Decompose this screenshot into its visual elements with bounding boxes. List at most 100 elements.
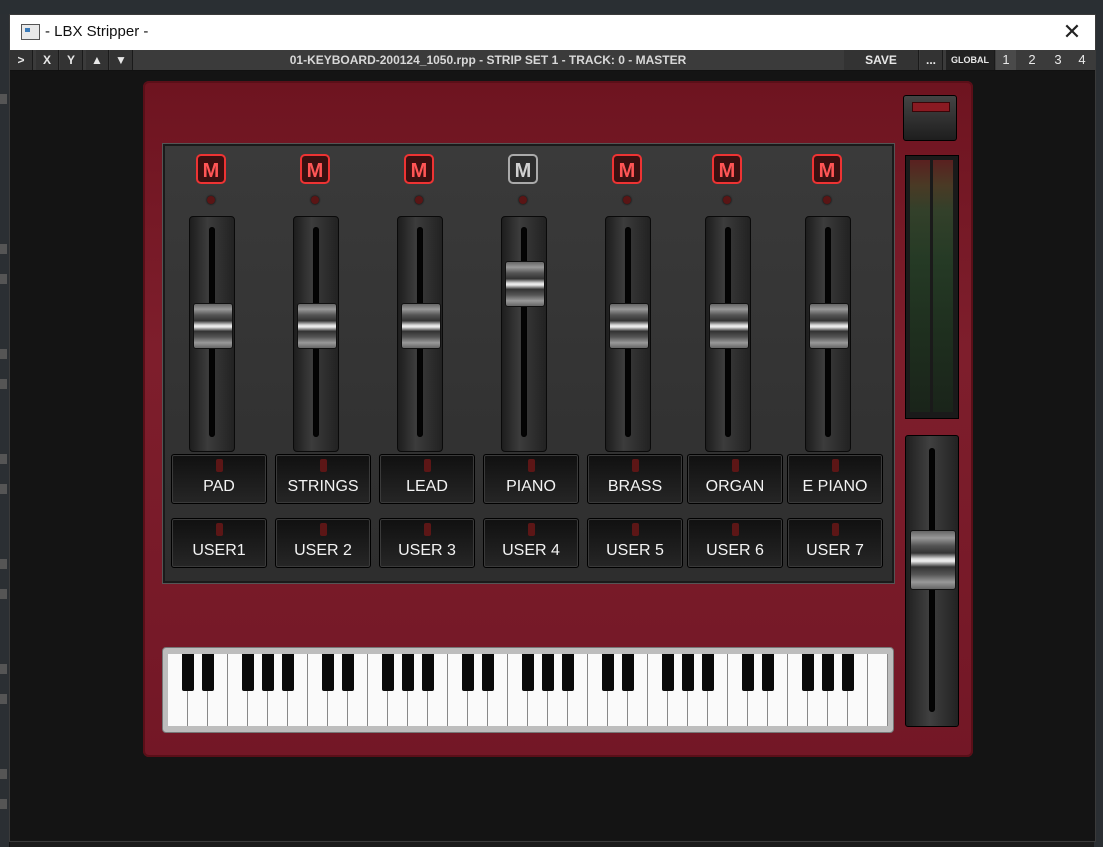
user-preset-button[interactable]: USER 5 xyxy=(587,518,683,568)
black-key[interactable] xyxy=(202,654,214,691)
fader-knob[interactable] xyxy=(297,303,337,349)
black-key[interactable] xyxy=(242,654,254,691)
black-key[interactable] xyxy=(842,654,854,691)
black-key[interactable] xyxy=(802,654,814,691)
mute-button[interactable]: M xyxy=(812,154,842,184)
fader-knob[interactable] xyxy=(609,303,649,349)
black-key[interactable] xyxy=(422,654,434,691)
button-label: E PIANO xyxy=(802,478,868,495)
fader-knob[interactable] xyxy=(193,303,233,349)
channel-fader[interactable] xyxy=(189,216,235,452)
black-key[interactable] xyxy=(342,654,354,691)
page-tab-1[interactable]: 1 xyxy=(996,50,1016,70)
black-key[interactable] xyxy=(522,654,534,691)
track-marker xyxy=(0,454,7,464)
page-tab-2[interactable]: 2 xyxy=(1022,50,1042,70)
mute-button[interactable]: M xyxy=(196,154,226,184)
black-key[interactable] xyxy=(742,654,754,691)
black-key[interactable] xyxy=(542,654,554,691)
user-preset-button[interactable]: USER 4 xyxy=(483,518,579,568)
fader-knob[interactable] xyxy=(505,261,545,307)
page-tab-3[interactable]: 3 xyxy=(1048,50,1068,70)
preset-button[interactable]: LEAD xyxy=(379,454,475,504)
y-button[interactable]: Y xyxy=(60,50,83,70)
x-button[interactable]: X xyxy=(36,50,59,70)
channel-fader[interactable] xyxy=(705,216,751,452)
preset-button[interactable]: E PIANO xyxy=(787,454,883,504)
channel-fader[interactable] xyxy=(605,216,651,452)
level-meter-right xyxy=(933,160,953,412)
page-tab-4[interactable]: 4 xyxy=(1072,50,1092,70)
preset-button[interactable]: PAD xyxy=(171,454,267,504)
track-marker xyxy=(0,559,7,569)
master-fader-knob[interactable] xyxy=(910,530,956,590)
preset-button[interactable]: PIANO xyxy=(483,454,579,504)
master-clip-indicator[interactable] xyxy=(903,95,957,141)
fader-knob[interactable] xyxy=(401,303,441,349)
black-key[interactable] xyxy=(822,654,834,691)
button-led xyxy=(216,459,223,472)
black-key[interactable] xyxy=(382,654,394,691)
channel-fader[interactable] xyxy=(501,216,547,452)
button-led xyxy=(832,459,839,472)
button-led xyxy=(832,523,839,536)
master-fader[interactable] xyxy=(905,435,959,727)
mute-button[interactable]: M xyxy=(612,154,642,184)
button-label: USER 6 xyxy=(706,542,764,559)
black-key[interactable] xyxy=(322,654,334,691)
black-key[interactable] xyxy=(402,654,414,691)
black-key[interactable] xyxy=(562,654,574,691)
black-key[interactable] xyxy=(182,654,194,691)
save-button[interactable]: SAVE xyxy=(844,50,919,70)
channel-strip: M E PIANO USER 7 xyxy=(781,146,883,581)
black-key[interactable] xyxy=(762,654,774,691)
channel-fader[interactable] xyxy=(805,216,851,452)
mute-button[interactable]: M xyxy=(300,154,330,184)
channel-strip: M PIANO USER 4 xyxy=(477,146,579,581)
fader-knob[interactable] xyxy=(809,303,849,349)
black-key[interactable] xyxy=(702,654,714,691)
user-preset-button[interactable]: USER 7 xyxy=(787,518,883,568)
preset-button[interactable]: ORGAN xyxy=(687,454,783,504)
move-down-button[interactable]: ▼ xyxy=(110,50,133,70)
black-key[interactable] xyxy=(602,654,614,691)
strip-info-title: 01-KEYBOARD-200124_1050.rpp - STRIP SET … xyxy=(289,53,687,67)
more-button[interactable]: ... xyxy=(920,50,943,70)
channel-led xyxy=(623,196,631,204)
mute-button[interactable]: M xyxy=(404,154,434,184)
global-button[interactable]: GLOBAL xyxy=(946,50,995,70)
channel-strip: M BRASS USER 5 xyxy=(581,146,683,581)
channel-fader[interactable] xyxy=(397,216,443,452)
channel-fader[interactable] xyxy=(293,216,339,452)
track-marker xyxy=(0,349,7,359)
black-key[interactable] xyxy=(262,654,274,691)
expand-button[interactable]: > xyxy=(10,50,33,70)
move-up-button[interactable]: ▲ xyxy=(86,50,109,70)
lbx-stripper-window: - LBX Stripper - ✕ > X Y ▲ ▼ 01-KEYBOARD… xyxy=(9,14,1096,842)
black-key[interactable] xyxy=(682,654,694,691)
black-key[interactable] xyxy=(622,654,634,691)
button-label: ORGAN xyxy=(705,478,765,495)
preset-button[interactable]: STRINGS xyxy=(275,454,371,504)
black-key[interactable] xyxy=(462,654,474,691)
button-led xyxy=(216,523,223,536)
window-app-icon xyxy=(21,24,40,40)
black-key[interactable] xyxy=(482,654,494,691)
mute-button[interactable]: M xyxy=(508,154,538,184)
fader-knob[interactable] xyxy=(709,303,749,349)
user-preset-button[interactable]: USER1 xyxy=(171,518,267,568)
black-key[interactable] xyxy=(662,654,674,691)
channel-led xyxy=(723,196,731,204)
mute-button[interactable]: M xyxy=(712,154,742,184)
button-label: USER 2 xyxy=(294,542,352,559)
piano-keys xyxy=(168,654,888,726)
close-button[interactable]: ✕ xyxy=(1049,15,1095,50)
user-preset-button[interactable]: USER 6 xyxy=(687,518,783,568)
preset-button[interactable]: BRASS xyxy=(587,454,683,504)
user-preset-button[interactable]: USER 3 xyxy=(379,518,475,568)
black-key[interactable] xyxy=(282,654,294,691)
button-led xyxy=(424,523,431,536)
white-key[interactable] xyxy=(868,654,888,726)
user-preset-button[interactable]: USER 2 xyxy=(275,518,371,568)
track-marker xyxy=(0,664,7,674)
